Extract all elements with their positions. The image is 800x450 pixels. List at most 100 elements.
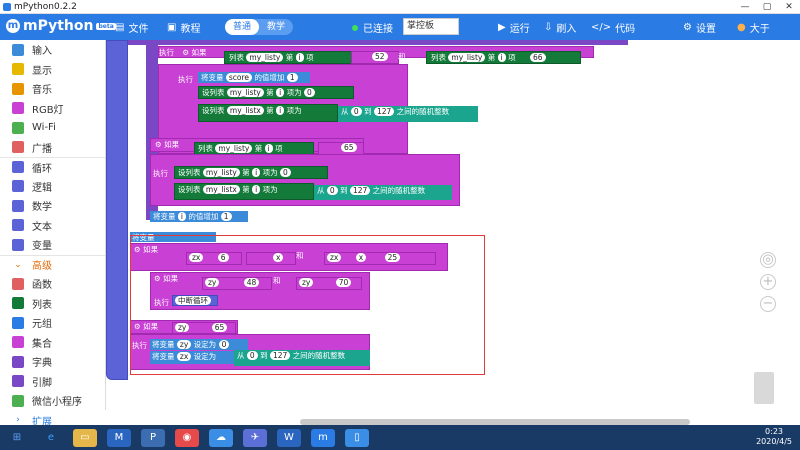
change-score-block[interactable]: 将变量 score 的值增加 1 xyxy=(198,72,310,83)
sidebar-item-8[interactable]: 数学 xyxy=(0,196,105,216)
sidebar-item-label: 函数 xyxy=(32,280,52,292)
broadcast-icon xyxy=(12,141,24,154)
set-list-block-4[interactable]: 设列表 my_listx 第 i 项为 xyxy=(174,183,314,200)
sidebar-item-label: 逻辑 xyxy=(32,182,52,194)
sidebar-item-5[interactable]: 广播 xyxy=(0,138,105,158)
term-label: 项 xyxy=(508,53,516,62)
settings-button[interactable]: ⚙ 设置 xyxy=(683,20,716,35)
zoom-in-icon[interactable]: + xyxy=(760,274,776,290)
item-label: 第 xyxy=(266,88,274,97)
number-127: 127 xyxy=(373,107,395,116)
flash-label: 刷入 xyxy=(556,24,577,35)
var-i: i xyxy=(177,212,186,221)
tablet-icon[interactable]: ▯ xyxy=(345,428,369,447)
sidebar-item-6[interactable]: 循环 xyxy=(0,157,105,177)
recenter-icon[interactable]: ◎ xyxy=(760,252,776,268)
explorer-icon[interactable]: ▭ xyxy=(73,428,97,447)
list-get-block-2[interactable]: 列表 my_listy 第 i 项 66 xyxy=(426,51,581,64)
python-icon[interactable]: P xyxy=(141,428,165,447)
wps-icon[interactable]: W xyxy=(277,428,301,447)
user-menu[interactable]: ● 大于 xyxy=(737,20,770,35)
compare-block-1[interactable]: 52 xyxy=(351,51,399,64)
sidebar-item-label: 微信小程序 xyxy=(32,397,82,409)
feather-icon[interactable]: ✈ xyxy=(243,428,267,447)
user-label: 大于 xyxy=(749,24,770,35)
range-to-label: 到 xyxy=(340,186,348,195)
file-menu[interactable]: ▤ 文件 xyxy=(115,20,148,35)
list-name: my_listy xyxy=(448,53,486,62)
sidebar-item-10[interactable]: 变量 xyxy=(0,235,105,255)
number-0: 0 xyxy=(304,88,315,97)
maximize-button[interactable]: ▢ xyxy=(756,0,778,14)
mode-teach-tab[interactable]: 教学 xyxy=(259,19,293,35)
sidebar-item-11[interactable]: ⌄ 高级 xyxy=(0,254,105,275)
exec-label: 执行 xyxy=(153,169,168,178)
random-int-block-2[interactable]: 从 0 到 127 之间的随机整数 xyxy=(314,185,452,200)
sidebar-item-2[interactable]: 音乐 xyxy=(0,79,105,99)
logic-icon xyxy=(12,180,24,193)
zoom-out-icon[interactable]: − xyxy=(760,296,776,312)
to-label: 项为 xyxy=(262,168,278,177)
to-label: 项为 xyxy=(286,106,302,115)
mail-icon[interactable]: M xyxy=(107,428,131,447)
item-label: 第 xyxy=(254,144,263,153)
board-select[interactable]: 掌控板 xyxy=(403,18,459,35)
mpython-task-icon[interactable]: m xyxy=(311,428,335,447)
mode-normal-tab[interactable]: 普通 xyxy=(225,19,260,35)
code-button[interactable]: </> 代码 xyxy=(591,20,635,35)
flash-button[interactable]: ⇩ 刷入 xyxy=(544,20,576,35)
app-logo: m mPython beta xyxy=(6,18,116,34)
run-icon: ▶ xyxy=(498,22,506,33)
sidebar-item-label: 集合 xyxy=(32,338,52,350)
wifi-icon xyxy=(12,121,24,134)
index-value: i xyxy=(276,106,285,115)
tutorial-menu[interactable]: ▣ 教程 xyxy=(167,20,200,35)
change-i-block[interactable]: 将变量 i 的值增加 1 xyxy=(150,211,248,222)
system-clock: 0:23 2020/4/5 xyxy=(756,427,792,447)
text-icon xyxy=(12,219,24,232)
sidebar-item-0[interactable]: 输入 xyxy=(0,40,105,60)
ie-icon[interactable]: e xyxy=(39,429,63,447)
trash-icon[interactable] xyxy=(754,372,774,404)
chevron-down-icon: ⌄ xyxy=(14,259,22,270)
sidebar-item-label: 显示 xyxy=(32,65,52,77)
sidebar-item-12[interactable]: 函数 xyxy=(0,274,105,294)
number-0: 0 xyxy=(280,168,291,177)
gear-icon: ⚙ xyxy=(683,22,692,33)
sidebar-item-15[interactable]: 集合 xyxy=(0,333,105,353)
set-list-block-2[interactable]: 设列表 my_listx 第 i 项为 xyxy=(198,104,338,122)
set-list-label: 设列表 xyxy=(178,168,201,177)
list-label: 列表 xyxy=(431,53,446,62)
cloud-icon[interactable]: ☁ xyxy=(209,428,233,447)
close-button[interactable]: ✕ xyxy=(778,0,800,14)
sidebar-item-16[interactable]: 字典 xyxy=(0,352,105,372)
app-icon xyxy=(3,3,11,11)
term-label: 项 xyxy=(306,53,314,62)
sidebar-item-label: 引脚 xyxy=(32,377,52,389)
start-button[interactable]: ⊞ xyxy=(5,429,29,447)
sidebar-item-17[interactable]: 引脚 xyxy=(0,372,105,392)
variable-icon xyxy=(12,238,24,251)
sidebar-item-3[interactable]: RGB灯 xyxy=(0,99,105,119)
sidebar-item-1[interactable]: 显示 xyxy=(0,60,105,80)
set-list-block-1[interactable]: 设列表 my_listy 第 i 项为 0 xyxy=(198,86,354,99)
sidebar-item-7[interactable]: 逻辑 xyxy=(0,177,105,197)
run-button[interactable]: ▶ 运行 xyxy=(498,20,530,35)
sidebar-item-14[interactable]: 元组 xyxy=(0,313,105,333)
sidebar-item-13[interactable]: 列表 xyxy=(0,294,105,314)
mode-switch: 普通 教学 xyxy=(225,19,294,35)
set-list-block-3[interactable]: 设列表 my_listy 第 i 项为 0 xyxy=(174,166,328,179)
outer-loop-block[interactable] xyxy=(106,40,128,380)
sidebar-item-18[interactable]: 微信小程序 xyxy=(0,391,105,411)
random-int-block-1[interactable]: 从 0 到 127 之间的随机整数 xyxy=(338,106,478,122)
sidebar-item-label: 广播 xyxy=(32,143,52,155)
number-127: 127 xyxy=(349,186,371,195)
number-0: 0 xyxy=(326,186,338,195)
sidebar-item-9[interactable]: 文本 xyxy=(0,216,105,236)
sidebar-item-label: 变量 xyxy=(32,241,52,253)
browser-icon[interactable]: ◉ xyxy=(175,428,199,447)
wechat-icon xyxy=(12,394,24,407)
minimize-button[interactable]: — xyxy=(734,0,756,14)
sidebar-item-4[interactable]: Wi-Fi xyxy=(0,118,105,138)
from-label: 从 xyxy=(341,107,349,116)
